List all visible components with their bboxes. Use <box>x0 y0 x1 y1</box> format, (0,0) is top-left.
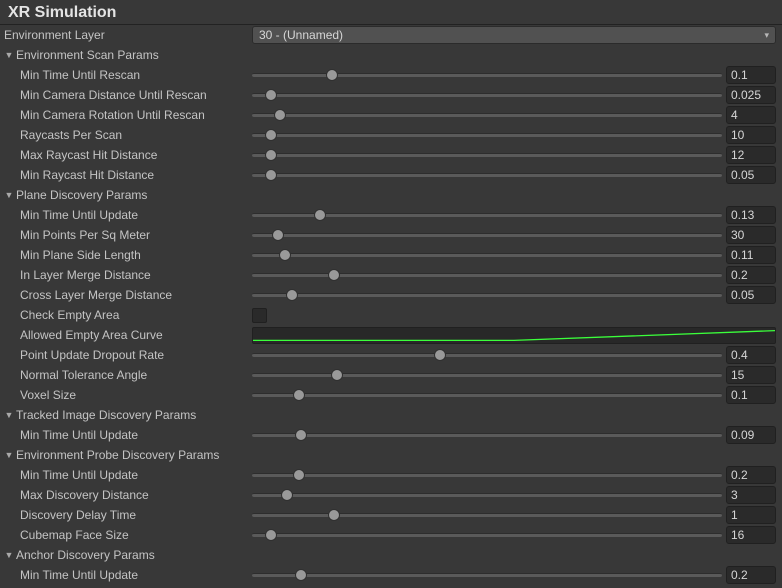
field-label-min-time-until-rescan: Min Time Until Rescan <box>2 68 140 82</box>
field-label-min-time-until-update: Min Time Until Update <box>2 468 138 482</box>
slider-cubemap-face-size[interactable] <box>252 526 722 544</box>
number-field-min-raycast-hit-distance[interactable]: 0.05 <box>726 166 776 184</box>
slider-voxel-size[interactable] <box>252 386 722 404</box>
number-field-normal-tolerance-angle[interactable]: 15 <box>726 366 776 384</box>
slider-thumb[interactable] <box>281 489 293 501</box>
field-label-in-layer-merge-distance: In Layer Merge Distance <box>2 268 151 282</box>
slider-min-time-until-update[interactable] <box>252 466 722 484</box>
slider-thumb[interactable] <box>326 69 338 81</box>
number-field-min-camera-distance-until-rescan[interactable]: 0.025 <box>726 86 776 104</box>
field-label-min-time-until-update: Min Time Until Update <box>2 208 138 222</box>
curve-field-allowed-empty-area-curve[interactable] <box>252 327 776 344</box>
field-label-voxel-size: Voxel Size <box>2 388 76 402</box>
field-label-raycasts-per-scan: Raycasts Per Scan <box>2 128 122 142</box>
slider-thumb[interactable] <box>265 169 277 181</box>
slider-min-camera-distance-until-rescan[interactable] <box>252 86 722 104</box>
field-label-allowed-empty-area-curve: Allowed Empty Area Curve <box>2 328 163 342</box>
slider-thumb[interactable] <box>279 249 291 261</box>
slider-thumb[interactable] <box>265 149 277 161</box>
number-field-min-time-until-rescan[interactable]: 0.1 <box>726 66 776 84</box>
slider-min-time-until-update[interactable] <box>252 566 722 584</box>
slider-min-camera-rotation-until-rescan[interactable] <box>252 106 722 124</box>
environment-layer-label: Environment Layer <box>4 28 105 42</box>
field-label-normal-tolerance-angle: Normal Tolerance Angle <box>2 368 147 382</box>
slider-in-layer-merge-distance[interactable] <box>252 266 722 284</box>
slider-min-plane-side-length[interactable] <box>252 246 722 264</box>
field-label-point-update-dropout-rate: Point Update Dropout Rate <box>2 348 164 362</box>
slider-thumb[interactable] <box>265 89 277 101</box>
slider-thumb[interactable] <box>314 209 326 221</box>
foldout-toggle-icon[interactable]: ▼ <box>2 548 16 562</box>
number-field-min-time-until-update[interactable]: 0.09 <box>726 426 776 444</box>
field-label-min-camera-distance-until-rescan: Min Camera Distance Until Rescan <box>2 88 207 102</box>
field-label-cross-layer-merge-distance: Cross Layer Merge Distance <box>2 288 172 302</box>
slider-thumb[interactable] <box>293 469 305 481</box>
slider-discovery-delay-time[interactable] <box>252 506 722 524</box>
number-field-cubemap-face-size[interactable]: 16 <box>726 526 776 544</box>
number-field-max-raycast-hit-distance[interactable]: 12 <box>726 146 776 164</box>
number-field-discovery-delay-time[interactable]: 1 <box>726 506 776 524</box>
slider-max-discovery-distance[interactable] <box>252 486 722 504</box>
group-label-anchor-discovery-params: Anchor Discovery Params <box>16 548 155 562</box>
slider-thumb[interactable] <box>286 289 298 301</box>
number-field-point-update-dropout-rate[interactable]: 0.4 <box>726 346 776 364</box>
slider-thumb[interactable] <box>265 129 277 141</box>
foldout-toggle-icon[interactable]: ▼ <box>2 408 16 422</box>
slider-thumb[interactable] <box>328 509 340 521</box>
slider-thumb[interactable] <box>328 269 340 281</box>
field-label-cubemap-face-size: Cubemap Face Size <box>2 528 129 542</box>
slider-normal-tolerance-angle[interactable] <box>252 366 722 384</box>
slider-min-points-per-sq-meter[interactable] <box>252 226 722 244</box>
field-label-check-empty-area: Check Empty Area <box>2 308 119 322</box>
slider-min-time-until-update[interactable] <box>252 426 722 444</box>
group-label-plane-discovery-params: Plane Discovery Params <box>16 188 147 202</box>
slider-cross-layer-merge-distance[interactable] <box>252 286 722 304</box>
slider-thumb[interactable] <box>434 349 446 361</box>
number-field-min-time-until-update[interactable]: 0.2 <box>726 566 776 584</box>
slider-max-raycast-hit-distance[interactable] <box>252 146 722 164</box>
field-label-min-points-per-sq-meter: Min Points Per Sq Meter <box>2 228 150 242</box>
slider-thumb[interactable] <box>274 109 286 121</box>
page-title: XR Simulation <box>0 0 782 25</box>
environment-layer-dropdown[interactable]: 30 - (Unnamed) ▾ <box>252 26 776 44</box>
number-field-voxel-size[interactable]: 0.1 <box>726 386 776 404</box>
number-field-min-plane-side-length[interactable]: 0.11 <box>726 246 776 264</box>
field-label-min-time-until-update: Min Time Until Update <box>2 568 138 582</box>
slider-min-time-until-update[interactable] <box>252 206 722 224</box>
number-field-in-layer-merge-distance[interactable]: 0.2 <box>726 266 776 284</box>
slider-thumb[interactable] <box>295 429 307 441</box>
checkbox-check-empty-area[interactable] <box>252 308 267 323</box>
group-label-environment-probe-discovery-params: Environment Probe Discovery Params <box>16 448 219 462</box>
number-field-min-camera-rotation-until-rescan[interactable]: 4 <box>726 106 776 124</box>
foldout-toggle-icon[interactable]: ▼ <box>2 48 16 62</box>
slider-thumb[interactable] <box>295 569 307 581</box>
group-label-environment-scan-params: Environment Scan Params <box>16 48 159 62</box>
group-label-tracked-image-discovery-params: Tracked Image Discovery Params <box>16 408 196 422</box>
field-label-min-camera-rotation-until-rescan: Min Camera Rotation Until Rescan <box>2 108 205 122</box>
slider-min-time-until-rescan[interactable] <box>252 66 722 84</box>
slider-min-raycast-hit-distance[interactable] <box>252 166 722 184</box>
number-field-min-time-until-update[interactable]: 0.2 <box>726 466 776 484</box>
field-label-max-raycast-hit-distance: Max Raycast Hit Distance <box>2 148 157 162</box>
slider-thumb[interactable] <box>293 389 305 401</box>
number-field-max-discovery-distance[interactable]: 3 <box>726 486 776 504</box>
environment-layer-value: 30 - (Unnamed) <box>259 28 343 42</box>
field-label-min-plane-side-length: Min Plane Side Length <box>2 248 141 262</box>
field-label-min-raycast-hit-distance: Min Raycast Hit Distance <box>2 168 154 182</box>
number-field-min-time-until-update[interactable]: 0.13 <box>726 206 776 224</box>
field-label-max-discovery-distance: Max Discovery Distance <box>2 488 149 502</box>
slider-thumb[interactable] <box>272 229 284 241</box>
foldout-toggle-icon[interactable]: ▼ <box>2 188 16 202</box>
field-label-min-time-until-update: Min Time Until Update <box>2 428 138 442</box>
slider-thumb[interactable] <box>265 529 277 541</box>
slider-point-update-dropout-rate[interactable] <box>252 346 722 364</box>
foldout-toggle-icon[interactable]: ▼ <box>2 448 16 462</box>
slider-thumb[interactable] <box>331 369 343 381</box>
number-field-cross-layer-merge-distance[interactable]: 0.05 <box>726 286 776 304</box>
number-field-raycasts-per-scan[interactable]: 10 <box>726 126 776 144</box>
number-field-min-points-per-sq-meter[interactable]: 30 <box>726 226 776 244</box>
field-label-discovery-delay-time: Discovery Delay Time <box>2 508 136 522</box>
chevron-down-icon: ▾ <box>764 30 769 41</box>
slider-raycasts-per-scan[interactable] <box>252 126 722 144</box>
